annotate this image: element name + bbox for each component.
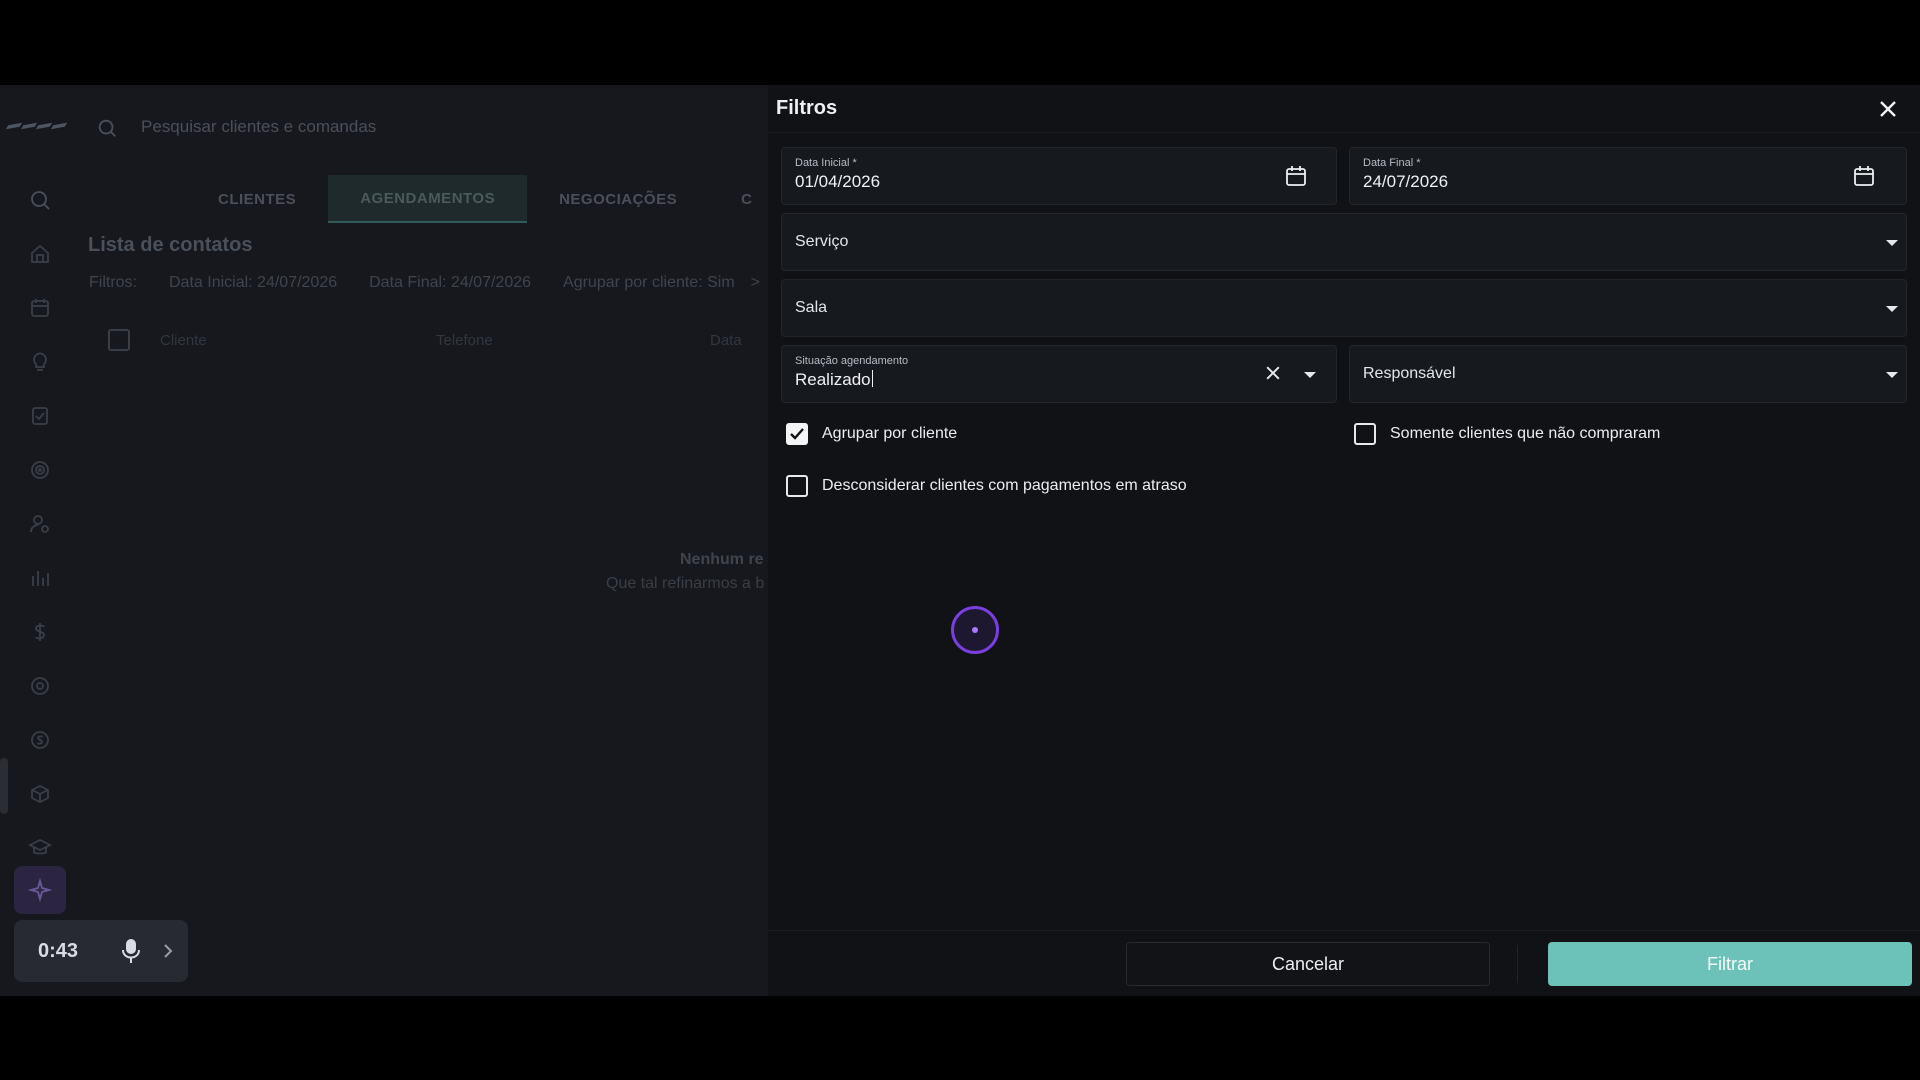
chevron-down-icon[interactable] [1886,306,1898,312]
tab-clientes[interactable]: CLIENTES [186,175,328,223]
recording-widget: 0:43 [14,920,188,982]
divider [1517,945,1518,983]
microphone-icon[interactable] [120,938,142,964]
situacao-agendamento-select[interactable]: Situação agendamento Realizado [781,345,1337,403]
responsavel-select[interactable]: Responsável [1349,345,1907,403]
desconsiderar-label: Desconsiderar clientes com pagamentos em… [822,477,1187,494]
app-window: Pesquisar clientes e comandas CLIENTES A… [0,85,1920,996]
tab-truncated[interactable]: C [709,175,752,223]
loading-spinner [951,606,999,654]
column-header-cliente[interactable]: Cliente [160,332,436,349]
divider [768,132,1920,133]
table-header: Cliente Telefone Data [108,325,742,355]
servico-select[interactable]: Serviço [781,213,1907,271]
checklist-icon[interactable] [28,404,52,428]
calendar-icon[interactable] [1284,164,1308,188]
target-icon[interactable] [28,458,52,482]
agrupar-por-cliente-label: Agrupar por cliente [822,425,958,442]
bar-chart-icon[interactable] [28,566,52,590]
agrupar-por-cliente-checkbox[interactable] [786,423,808,445]
chevron-down-icon[interactable] [1304,372,1316,378]
recording-timer: 0:43 [38,939,79,962]
column-header-data[interactable]: Data [710,332,742,349]
letterbox-top [0,0,1920,85]
lightbulb-icon[interactable] [28,350,52,374]
situacao-label: Situação agendamento [795,355,909,367]
check-icon [790,428,804,440]
somente-clientes-label: Somente clientes que não compraram [1390,425,1661,442]
page-title: Lista de contatos [88,234,253,256]
app-logo [5,119,68,133]
situacao-value-wrap[interactable]: Realizado [795,370,873,390]
search-icon[interactable] [28,188,52,212]
package-icon[interactable] [28,782,52,806]
sidebar-item-ai[interactable] [14,866,66,914]
sala-select[interactable]: Sala [781,279,1907,337]
global-search-input[interactable]: Pesquisar clientes e comandas [141,117,376,137]
data-final-field[interactable]: Data Final * 24/07/2026 [1349,147,1907,205]
calendar-icon[interactable] [28,296,52,320]
data-final-label: Data Final * [1363,157,1421,169]
responsavel-placeholder: Responsável [1363,365,1456,382]
background-app: Pesquisar clientes e comandas CLIENTES A… [0,85,770,996]
somente-clientes-option[interactable]: Somente clientes que não compraram [1354,423,1660,445]
somente-clientes-checkbox[interactable] [1354,423,1376,445]
agrupar-por-cliente-option[interactable]: Agrupar por cliente [786,423,957,445]
home-icon[interactable] [28,242,52,266]
data-final-value[interactable]: 24/07/2026 [1363,172,1448,192]
modal-title: Filtros [776,97,838,119]
user-search-icon[interactable] [28,512,52,536]
active-filters: Filtros: Data Inicial: 24/07/2026 Data F… [89,274,760,292]
filter-chip[interactable]: Data Inicial: 24/07/2026 [169,274,337,292]
settings-icon[interactable] [28,674,52,698]
filters-modal: Filtros Data Inicial * 01/04/2026 Data F… [768,85,1920,996]
filters-label: Filtros: [89,274,137,291]
search-icon[interactable] [96,117,118,139]
data-inicial-label: Data Inicial * [795,157,857,169]
cancel-button[interactable]: Cancelar [1126,942,1490,986]
data-inicial-field[interactable]: Data Inicial * 01/04/2026 [781,147,1337,205]
tab-agendamentos[interactable]: AGENDAMENTOS [328,175,528,223]
tab-bar: CLIENTES AGENDAMENTOS NEGOCIAÇÕES C [186,175,752,223]
sidebar-scrollbar[interactable] [0,758,8,814]
chevron-right-icon[interactable] [160,943,176,959]
filter-chip[interactable]: Agrupar por cliente: Sim [563,274,735,292]
coin-icon[interactable] [28,728,52,752]
servico-placeholder: Serviço [795,233,849,250]
situacao-value: Realizado [795,370,871,389]
desconsiderar-checkbox[interactable] [786,475,808,497]
filters-more-arrow[interactable]: > [751,274,760,292]
filter-button[interactable]: Filtrar [1548,942,1912,986]
divider [768,930,1920,931]
data-inicial-value[interactable]: 01/04/2026 [795,172,880,192]
sala-placeholder: Sala [795,299,828,316]
graduation-icon[interactable] [27,836,53,860]
dollar-icon[interactable] [28,620,52,644]
chevron-down-icon[interactable] [1886,372,1898,378]
clear-icon[interactable] [1263,363,1283,383]
sparkle-icon [28,878,52,902]
tab-negociacoes[interactable]: NEGOCIAÇÕES [527,175,709,223]
empty-state-subtitle: Que tal refinarmos a b [606,575,765,592]
letterbox-bottom [0,996,1920,1080]
text-cursor [871,370,873,387]
chevron-down-icon[interactable] [1886,240,1898,246]
desconsiderar-option[interactable]: Desconsiderar clientes com pagamentos em… [786,475,1187,497]
filter-chip[interactable]: Data Final: 24/07/2026 [369,274,531,292]
close-icon[interactable] [1876,97,1900,121]
calendar-icon[interactable] [1852,164,1876,188]
select-all-checkbox[interactable] [108,329,130,351]
empty-state-title: Nenhum re [680,551,764,568]
column-header-telefone[interactable]: Telefone [436,332,710,349]
